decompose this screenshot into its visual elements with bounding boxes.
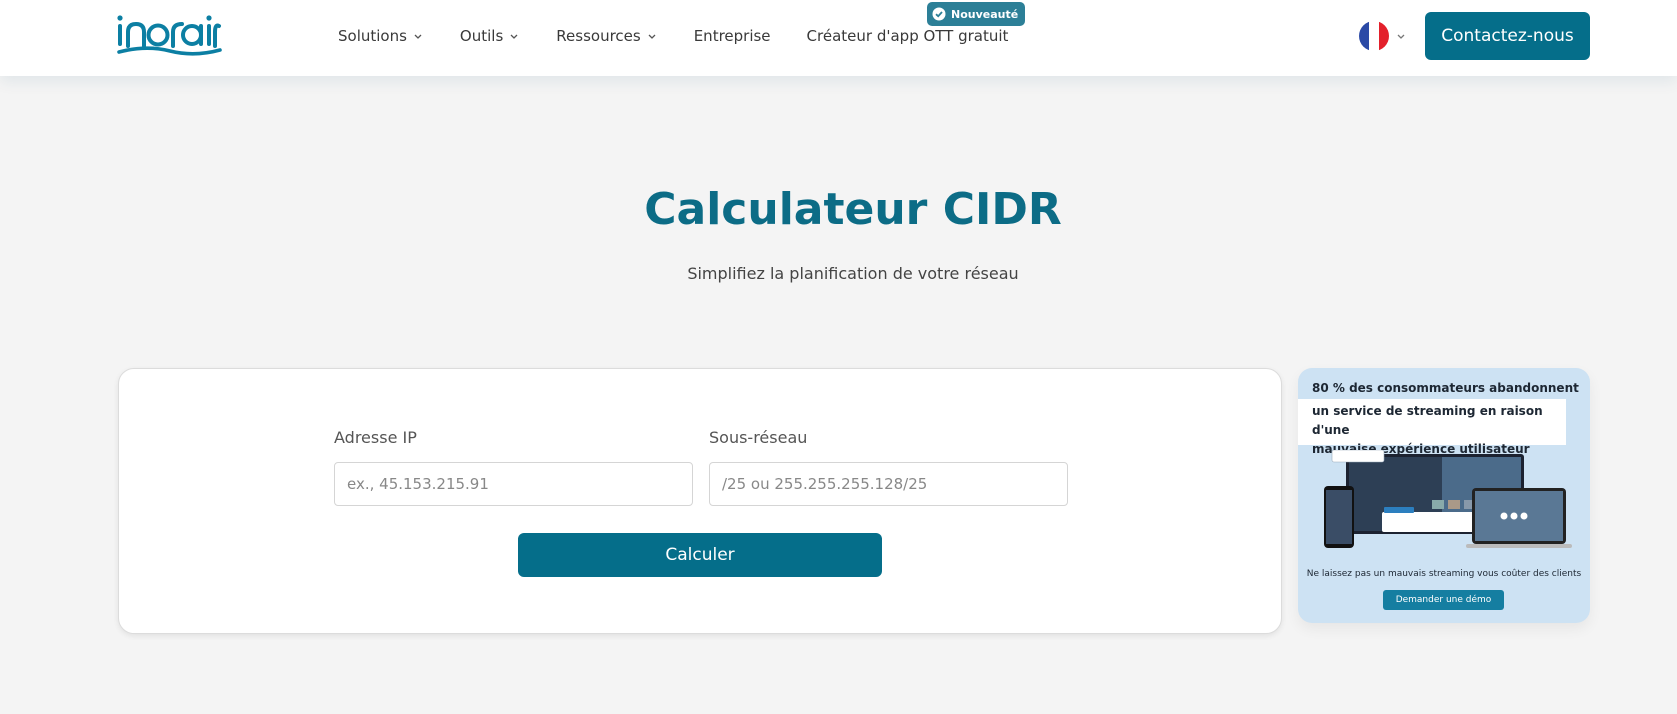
nav-item-entreprise[interactable]: Entreprise bbox=[694, 24, 771, 48]
main-nav: Solutions Outils Ressources Entreprise C… bbox=[338, 24, 1044, 48]
nav-item-label: Ressources bbox=[556, 27, 641, 45]
calculate-button[interactable]: Calculer bbox=[518, 533, 882, 577]
ip-address-input[interactable] bbox=[334, 462, 693, 506]
chevron-down-icon bbox=[414, 34, 422, 39]
nav-item-label: Solutions bbox=[338, 27, 407, 45]
chevron-down-icon bbox=[648, 34, 656, 39]
inorain-logo[interactable] bbox=[116, 14, 222, 58]
page-title: Calculateur CIDR bbox=[644, 184, 1062, 235]
promo-banner[interactable]: 80 % des consommateurs abandonnent un se… bbox=[1298, 368, 1590, 623]
nav-item-label: Créateur d'app OTT gratuit bbox=[806, 27, 1009, 45]
promo-caption: Ne laissez pas un mauvais streaming vous… bbox=[1306, 569, 1582, 579]
devices-illustration bbox=[1324, 450, 1572, 548]
nav-item-ott-app-builder[interactable]: Créateur d'app OTT gratuit bbox=[807, 24, 1009, 48]
promo-headline-line1: 80 % des consommateurs abandonnent bbox=[1312, 381, 1579, 395]
chevron-down-icon bbox=[1397, 34, 1405, 39]
subnet-label: Sous-réseau bbox=[709, 428, 808, 447]
nav-item-ressources[interactable]: Ressources bbox=[556, 24, 657, 48]
nav-item-label: Outils bbox=[459, 27, 504, 45]
nav-item-label: Entreprise bbox=[693, 27, 771, 45]
badge-label: Nouveauté bbox=[951, 7, 1019, 21]
check-circle-icon bbox=[932, 7, 946, 21]
promo-headline-box: un service de streaming en raison d'une … bbox=[1298, 399, 1566, 456]
cidr-calculator-card: Adresse IP Sous-réseau Calculer bbox=[118, 368, 1282, 634]
promo-headline-line2: un service de streaming en raison d'une bbox=[1312, 404, 1543, 437]
request-demo-button[interactable]: Demander une démo bbox=[1383, 590, 1504, 610]
nav-item-solutions[interactable]: Solutions bbox=[338, 24, 424, 48]
new-badge: Nouveauté bbox=[927, 2, 1026, 26]
ip-address-label: Adresse IP bbox=[334, 428, 417, 447]
chevron-down-icon bbox=[510, 34, 518, 39]
france-flag-icon bbox=[1359, 21, 1389, 51]
nav-item-outils[interactable]: Outils bbox=[460, 24, 520, 48]
contact-button[interactable]: Contactez-nous bbox=[1425, 12, 1590, 60]
site-header: Solutions Outils Ressources Entreprise C… bbox=[0, 0, 1677, 76]
page-subtitle: Simplifiez la planification de votre rés… bbox=[687, 264, 1019, 283]
language-selector[interactable] bbox=[1359, 21, 1407, 51]
subnet-input[interactable] bbox=[709, 462, 1068, 506]
